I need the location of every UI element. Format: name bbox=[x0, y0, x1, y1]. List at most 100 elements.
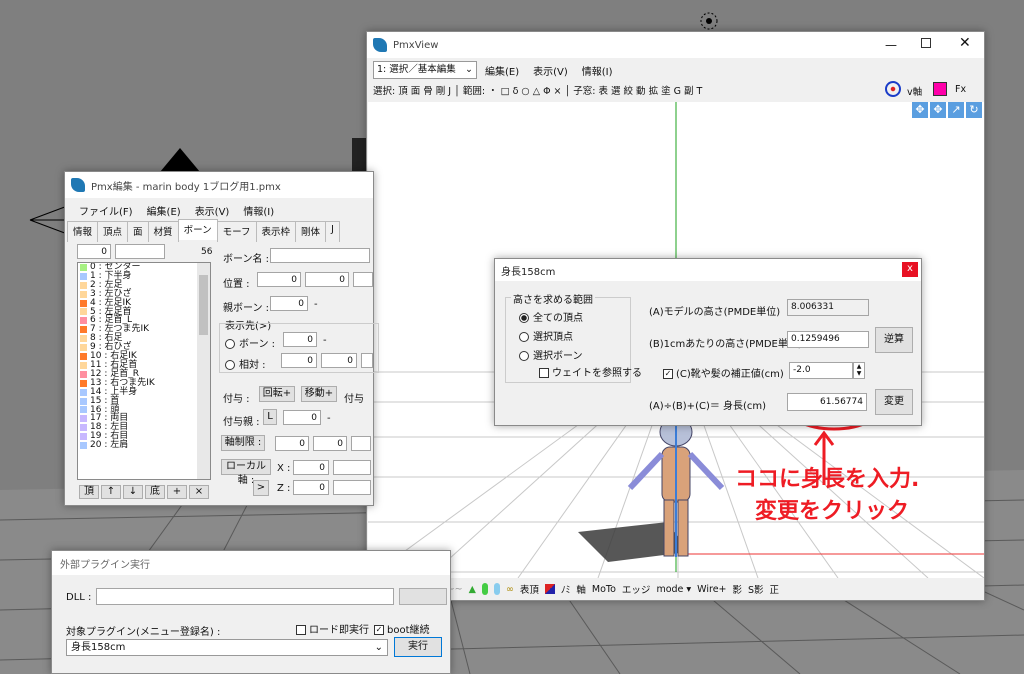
pmxview-toolbar[interactable]: 選択: 頂 面 骨 剛 J │ 範囲: ・ □ δ ○ △ Φ × │ 子窓: … bbox=[373, 83, 873, 97]
tab-info[interactable]: 情報 bbox=[67, 221, 99, 242]
radio-selected-bone[interactable]: 選択ボーン bbox=[519, 347, 583, 362]
delete-bone-button[interactable]: × bbox=[189, 485, 209, 499]
bone-list-scrollbar[interactable] bbox=[197, 263, 210, 479]
tab-vertex[interactable]: 頂点 bbox=[97, 221, 129, 242]
pmxview-bottom-toolbar[interactable]: ▲ ~~ ▲ ∞ 表頂 ﾉﾐ 軸 MoTo エッジ mode ▾ Wire+ 影… bbox=[371, 580, 981, 598]
plugin-select[interactable]: 身長158cm ⌄ bbox=[66, 639, 388, 656]
plugin-titlebar[interactable]: 外部プラグイン実行 bbox=[52, 551, 450, 575]
relative-x[interactable]: 0 bbox=[281, 353, 317, 368]
bt-table-vertex[interactable]: 表頂 bbox=[520, 582, 539, 596]
dll-input[interactable] bbox=[96, 588, 394, 605]
move-icon[interactable]: ✥ bbox=[912, 102, 928, 118]
bone-name-input[interactable] bbox=[270, 248, 370, 263]
display-dest-bone-input[interactable]: 0 bbox=[283, 332, 317, 347]
local-z-2[interactable] bbox=[333, 480, 371, 495]
fx-button[interactable]: Fx bbox=[955, 84, 966, 95]
correction-checkbox[interactable]: ✓ (C)靴や髪の補正値(cm) bbox=[663, 365, 784, 380]
axis-x[interactable]: 0 bbox=[275, 436, 309, 451]
tab-display-frame[interactable]: 表示枠 bbox=[255, 221, 297, 242]
bt-sshadow[interactable]: S影 bbox=[748, 582, 764, 596]
color-icon[interactable] bbox=[544, 584, 555, 594]
radio-all-vertices[interactable]: 全ての頂点 bbox=[519, 309, 583, 324]
bone-index-input[interactable]: 0 bbox=[77, 244, 111, 259]
load-run-checkbox[interactable]: ロード即実行 bbox=[296, 621, 369, 636]
zoom-icon[interactable]: ↗ bbox=[948, 102, 964, 118]
position-x[interactable]: 0 bbox=[257, 272, 301, 287]
local-x-2[interactable] bbox=[333, 460, 371, 475]
bt-nomi[interactable]: ﾉﾐ bbox=[561, 582, 571, 596]
weight-checkbox[interactable]: ウェイトを参照する bbox=[539, 364, 642, 379]
change-button[interactable]: 変更 bbox=[875, 389, 913, 415]
correction-input[interactable]: -2.0 bbox=[789, 362, 853, 379]
local-z-1[interactable]: 0 bbox=[293, 480, 329, 495]
bone-search-input[interactable] bbox=[115, 244, 165, 259]
axis-z[interactable] bbox=[351, 436, 371, 451]
grant-local-button[interactable]: L bbox=[263, 409, 277, 425]
relative-z[interactable] bbox=[361, 353, 373, 368]
move-top-button[interactable]: 頂 bbox=[79, 485, 99, 499]
move-down-button[interactable]: ↓ bbox=[123, 485, 143, 499]
reverse-calc-button[interactable]: 逆算 bbox=[875, 327, 913, 353]
joint-icon[interactable] bbox=[493, 583, 500, 595]
pmxedit-menu-edit[interactable]: 編集(E) bbox=[147, 203, 181, 218]
height-per-cm-input[interactable]: 0.1259496 bbox=[787, 331, 869, 348]
move-up-button[interactable]: ↑ bbox=[101, 485, 121, 499]
dialog-close-button[interactable]: x bbox=[902, 262, 918, 277]
crosshair-icon[interactable] bbox=[885, 81, 901, 97]
bt-moto[interactable]: MoTo bbox=[592, 584, 616, 595]
local-axis-button[interactable]: ローカル軸 : bbox=[221, 459, 271, 486]
v-axis-button[interactable]: v軸 bbox=[907, 84, 922, 98]
grid-icon[interactable] bbox=[933, 82, 947, 96]
pmxview-menu-view[interactable]: 表示(V) bbox=[533, 63, 568, 78]
bone-list[interactable]: 0 : センター 1 : 下半身 2 : 左足 3 : 左ひざ 4 : 左足IK 5 : … bbox=[77, 262, 211, 480]
dialog-titlebar[interactable]: 身長158cm x bbox=[495, 259, 921, 281]
dll-browse-button[interactable] bbox=[399, 588, 447, 605]
move-bottom-button[interactable]: 底 bbox=[145, 485, 165, 499]
pmxedit-titlebar[interactable]: Pmx編集 - marin body 1ブログ用1.pmx bbox=[65, 172, 373, 198]
bt-axis[interactable]: 軸 bbox=[576, 582, 586, 596]
axis-limit-button[interactable]: 軸制限 : bbox=[221, 435, 265, 451]
pmxview-titlebar[interactable]: PmxView — ✕ bbox=[367, 32, 984, 58]
correction-spinner[interactable]: ▲ ▼ bbox=[853, 362, 865, 379]
bone-icon[interactable]: ▲ bbox=[469, 584, 476, 595]
capsule-icon[interactable] bbox=[481, 583, 488, 595]
bt-edge[interactable]: エッジ bbox=[622, 582, 651, 596]
execute-button[interactable]: 実行 bbox=[394, 637, 442, 657]
display-dest-relative-radio[interactable]: 相対 : bbox=[225, 356, 266, 371]
bt-mode[interactable]: mode ▾ bbox=[656, 584, 691, 595]
position-y[interactable]: 0 bbox=[305, 272, 349, 287]
relative-y[interactable]: 0 bbox=[321, 353, 357, 368]
grant-parent-input[interactable]: 0 bbox=[283, 410, 321, 425]
grant-rotate-button[interactable]: 回転+ bbox=[259, 386, 295, 402]
tab-joint[interactable]: J bbox=[325, 221, 340, 242]
tab-face[interactable]: 面 bbox=[127, 221, 149, 242]
mode-select[interactable]: 1: 選択／基本編集 ⌄ bbox=[373, 61, 477, 79]
tab-bone[interactable]: ボーン bbox=[177, 219, 218, 240]
tab-rigidbody[interactable]: 剛体 bbox=[295, 221, 327, 242]
pmxview-menu-info[interactable]: 情報(I) bbox=[582, 63, 613, 78]
tab-morph[interactable]: モーフ bbox=[216, 221, 257, 242]
view-control-icons[interactable]: ✥ ✥ ↗ ↻ bbox=[912, 102, 982, 118]
position-z[interactable] bbox=[353, 272, 373, 287]
bt-front[interactable]: 正 bbox=[770, 582, 780, 596]
pmxview-menu-edit[interactable]: 編集(E) bbox=[485, 63, 519, 78]
pmxedit-menu-file[interactable]: ファイル(F) bbox=[79, 203, 133, 218]
pmxedit-menu-info[interactable]: 情報(I) bbox=[243, 203, 274, 218]
local-axis-arrow-button[interactable]: > bbox=[253, 480, 269, 496]
minimize-icon[interactable]: — bbox=[885, 38, 897, 52]
close-icon[interactable]: ✕ bbox=[959, 35, 971, 51]
tab-material[interactable]: 材質 bbox=[147, 221, 179, 242]
local-x-1[interactable]: 0 bbox=[293, 460, 329, 475]
bt-wire[interactable]: Wire+ bbox=[697, 584, 726, 595]
add-bone-button[interactable]: + bbox=[167, 485, 187, 499]
maximize-icon[interactable] bbox=[921, 38, 931, 48]
pan-icon[interactable]: ✥ bbox=[930, 102, 946, 118]
grant-move-button[interactable]: 移動+ bbox=[301, 386, 337, 402]
height-result-input[interactable]: 61.56774 bbox=[787, 393, 867, 411]
pmxedit-menu-view[interactable]: 表示(V) bbox=[195, 203, 230, 218]
radio-selected-vertices[interactable]: 選択頂点 bbox=[519, 328, 573, 343]
parent-bone-input[interactable]: 0 bbox=[270, 296, 308, 311]
boot-continue-checkbox[interactable]: ✓ boot継続 bbox=[374, 621, 430, 636]
bone-list-item[interactable]: 20 : 左肩 bbox=[78, 441, 210, 450]
bt-shadow[interactable]: 影 bbox=[733, 582, 743, 596]
